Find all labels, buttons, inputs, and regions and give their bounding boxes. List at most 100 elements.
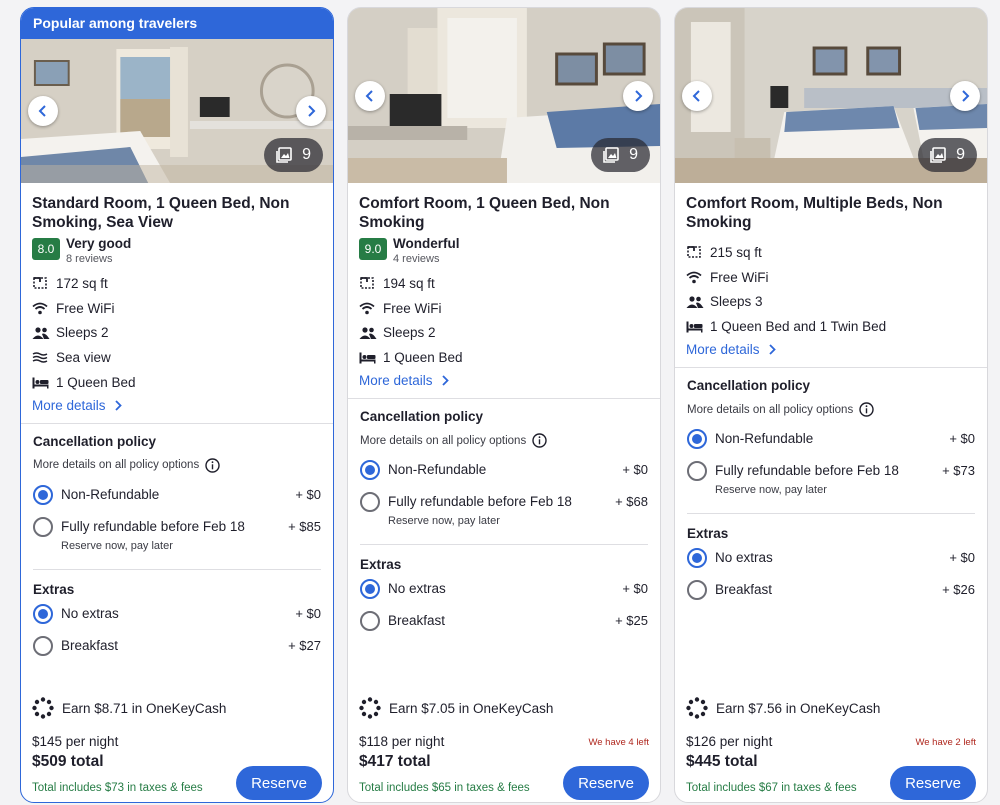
guest-rating: 9.0 Wonderful 4 reviews	[359, 236, 648, 266]
radio-unselected[interactable]	[687, 461, 707, 482]
cancellation-option-non-refundable[interactable]: Non-Refundable + $0	[360, 460, 648, 481]
availability-note: We have 2 left	[915, 737, 976, 748]
amenity-item: Sea view	[32, 345, 321, 370]
radio-selected[interactable]	[360, 579, 380, 600]
amenity-label: 1 Queen Bed	[383, 350, 463, 366]
radio-unselected[interactable]	[687, 580, 707, 601]
people-icon	[359, 327, 383, 339]
previous-photo-button[interactable]	[682, 80, 712, 111]
policy-note-label: More details on all policy options	[360, 434, 527, 447]
amenity-label: Sleeps 2	[56, 325, 109, 341]
option-price: + $73	[942, 463, 975, 479]
extras-option-breakfast[interactable]: Breakfast + $25	[360, 611, 648, 632]
option-price: + $27	[288, 637, 321, 653]
next-photo-button[interactable]	[623, 80, 653, 111]
photo-gallery-button[interactable]: 9	[918, 138, 977, 172]
amenity-item: 172 sq ft	[32, 271, 321, 296]
next-photo-button[interactable]	[950, 80, 980, 111]
info-icon[interactable]	[859, 402, 874, 417]
amenity-label: 194 sq ft	[383, 275, 435, 291]
rating-label: Wonderful	[393, 236, 460, 251]
reserve-button[interactable]: Reserve	[563, 766, 649, 800]
extras-option-none[interactable]: No extras + $0	[360, 579, 648, 600]
extras-option-none[interactable]: No extras + $0	[687, 548, 975, 569]
extras-heading: Extras	[33, 581, 75, 597]
room-photo[interactable]: 9	[21, 39, 333, 183]
photo-gallery-button[interactable]: 9	[264, 138, 323, 172]
radio-unselected[interactable]	[33, 635, 53, 656]
previous-photo-button[interactable]	[28, 96, 58, 126]
more-details-label: More details	[359, 373, 433, 389]
onekeycash-icon	[686, 697, 708, 719]
option-price: + $26	[942, 582, 975, 598]
policy-note-label: More details on all policy options	[687, 403, 854, 416]
more-details-link[interactable]: More details	[686, 342, 776, 357]
popular-banner: Popular among travelers	[21, 8, 333, 39]
photo-gallery-button[interactable]: 9	[591, 138, 650, 172]
room-title: Comfort Room, 1 Queen Bed, Non Smoking	[359, 195, 610, 231]
chevron-left-icon	[365, 89, 373, 102]
chevron-left-icon	[38, 105, 46, 117]
next-photo-button[interactable]	[296, 96, 326, 126]
policy-details-link[interactable]: More details on all policy options	[33, 458, 321, 473]
extras-option-breakfast[interactable]: Breakfast + $27	[33, 635, 321, 656]
info-icon[interactable]	[532, 433, 547, 448]
radio-unselected[interactable]	[360, 611, 380, 632]
more-details-link[interactable]: More details	[32, 398, 122, 413]
earn-label: Earn $7.56 in OneKeyCash	[716, 700, 881, 716]
onekeycash-earn: Earn $8.71 in OneKeyCash	[32, 697, 226, 719]
radio-selected[interactable]	[33, 603, 53, 624]
radio-selected[interactable]	[687, 548, 707, 569]
room-photo[interactable]: 9	[348, 8, 660, 183]
amenities-list: 215 sq ft Free WiFi Sleeps 3 1 Queen Bed…	[686, 240, 975, 339]
extras-option-breakfast[interactable]: Breakfast + $26	[687, 580, 975, 601]
option-price: + $0	[295, 605, 321, 621]
option-label: No extras	[61, 605, 119, 621]
radio-unselected[interactable]	[33, 516, 53, 537]
amenity-label: 215 sq ft	[710, 244, 762, 260]
price-total: $445 total	[686, 753, 758, 770]
earn-label: Earn $8.71 in OneKeyCash	[62, 700, 227, 716]
wifi-icon	[359, 302, 383, 315]
more-details-link[interactable]: More details	[359, 373, 449, 388]
cancellation-option-non-refundable[interactable]: Non-Refundable + $0	[687, 429, 975, 450]
extras-option-none[interactable]: No extras + $0	[33, 603, 321, 624]
amenity-item: 1 Queen Bed	[359, 345, 648, 370]
review-count: 8 reviews	[66, 253, 113, 265]
chevron-right-icon	[768, 344, 776, 355]
option-label: Non-Refundable	[388, 462, 487, 478]
room-photo[interactable]: 9	[675, 8, 987, 183]
radio-selected[interactable]	[360, 460, 380, 481]
reserve-button[interactable]: Reserve	[890, 766, 976, 800]
floor-plan-icon	[32, 276, 56, 290]
availability-note: We have 4 left	[588, 737, 649, 748]
amenity-item: Free WiFi	[686, 265, 975, 290]
extras-heading: Extras	[360, 557, 402, 573]
info-icon[interactable]	[205, 458, 220, 473]
gallery-icon	[930, 147, 946, 163]
section-divider	[360, 544, 648, 546]
policy-details-link[interactable]: More details on all policy options	[687, 402, 975, 417]
option-label: Non-Refundable	[61, 486, 160, 502]
cancellation-option-refundable[interactable]: Fully refundable before Feb 18 Reserve n…	[360, 492, 648, 530]
chevron-right-icon	[308, 105, 316, 117]
radio-unselected[interactable]	[360, 492, 380, 513]
cancellation-heading: Cancellation policy	[33, 433, 157, 449]
radio-selected[interactable]	[33, 484, 53, 505]
previous-photo-button[interactable]	[355, 80, 385, 111]
room-title: Standard Room, 1 Queen Bed, Non Smoking,…	[32, 195, 290, 231]
radio-selected[interactable]	[687, 429, 707, 450]
rating-score: 8.0	[32, 238, 60, 260]
option-sublabel: Reserve now, pay later	[388, 515, 500, 528]
amenity-label: Sleeps 2	[383, 325, 436, 341]
rating-label: Very good	[66, 236, 132, 251]
cancellation-option-refundable[interactable]: Fully refundable before Feb 18 Reserve n…	[687, 461, 975, 499]
cancellation-option-non-refundable[interactable]: Non-Refundable + $0	[33, 484, 321, 505]
waves-icon	[32, 352, 56, 364]
cancellation-option-refundable[interactable]: Fully refundable before Feb 18 Reserve n…	[33, 516, 321, 555]
reserve-button[interactable]: Reserve	[236, 766, 322, 800]
taxes-note: Total includes $73 in taxes & fees	[32, 782, 203, 794]
option-price: + $0	[295, 486, 321, 502]
policy-details-link[interactable]: More details on all policy options	[360, 433, 648, 448]
option-price: + $25	[615, 613, 648, 629]
